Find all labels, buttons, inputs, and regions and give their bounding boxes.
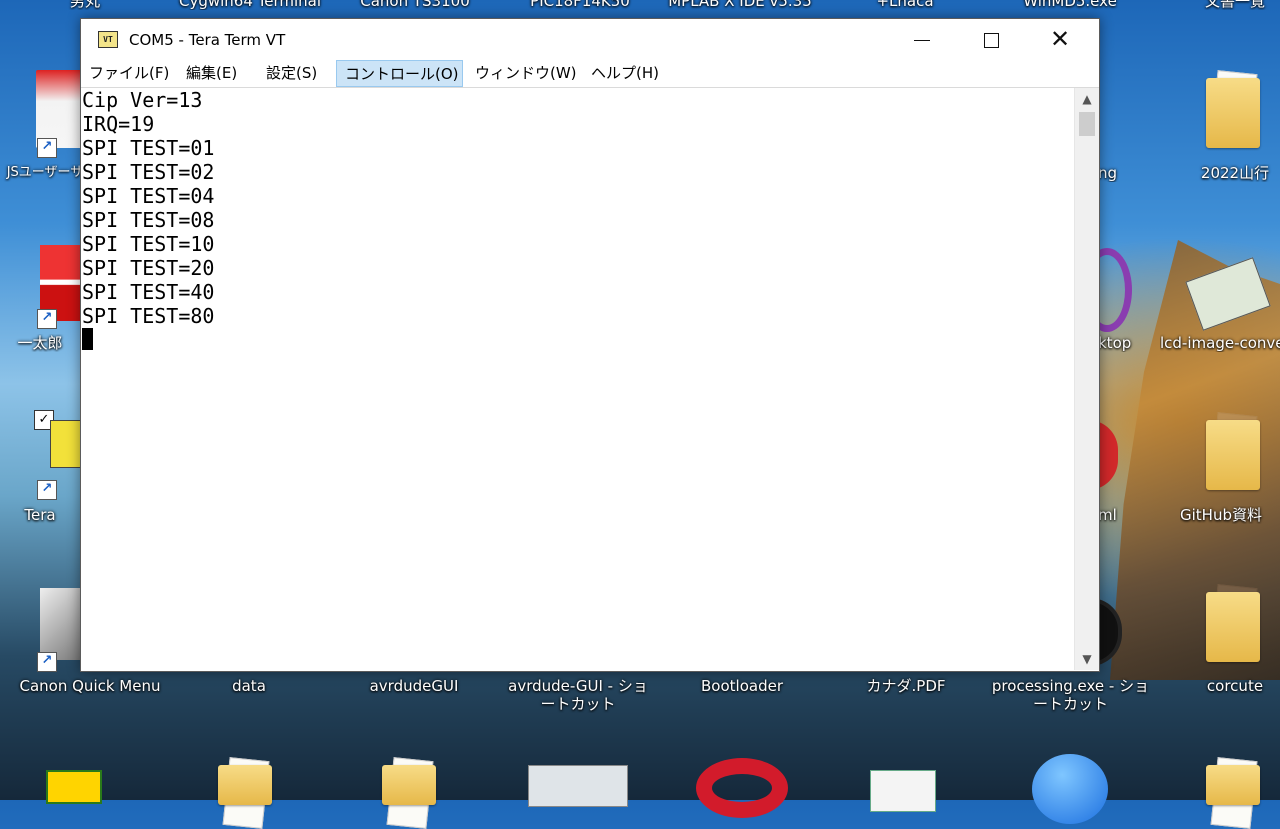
teraterm-app-icon[interactable]	[50, 420, 84, 468]
text-cursor	[82, 328, 93, 350]
menu-bar: ファイル(F) 編集(E) 設定(S) コントロール(O) ウィンドウ(W) ヘ…	[81, 60, 1099, 88]
desktop-icon-label[interactable]: Cygwin64 Terminal	[175, 0, 325, 10]
minimize-icon	[914, 39, 930, 41]
desktop-icon-label[interactable]: 2022山行	[1170, 164, 1280, 182]
menu-control[interactable]: コントロール(O)	[336, 60, 463, 87]
terminal-cursor-line	[81, 328, 1074, 352]
shortcut-arrow-icon: ↗	[37, 652, 57, 672]
folder-icon[interactable]	[382, 765, 436, 805]
desktop-icon-label[interactable]: JSユーザーサ	[0, 164, 90, 182]
shortcut-arrow-icon: ↗	[37, 309, 57, 329]
terminal-line: SPI TEST=02	[82, 160, 215, 184]
menu-help[interactable]: ヘルプ(H)	[583, 60, 667, 87]
desktop-icon-label[interactable]: corcute	[1170, 677, 1280, 695]
menu-settings[interactable]: 設定(S)	[258, 60, 325, 87]
globe-icon[interactable]	[1032, 754, 1108, 824]
terminal-line: SPI TEST=04	[82, 184, 215, 208]
desktop-icon-label[interactable]: MPLAB X IDE v5.35	[665, 0, 815, 10]
ffftp-icon[interactable]	[46, 770, 102, 804]
desktop-icon-label[interactable]: 男丸	[10, 0, 160, 10]
scroll-down-icon[interactable]: ▼	[1075, 648, 1099, 670]
desktop-icon-label[interactable]: WinMD5.exe	[995, 0, 1145, 10]
desktop-icon-label[interactable]: Canon Quick Menu	[10, 677, 170, 695]
terminal-line: IRQ=19	[82, 112, 155, 136]
close-button[interactable]: ✕	[1026, 19, 1094, 60]
terminal-line: SPI TEST=01	[82, 136, 215, 160]
teraterm-window[interactable]: VT COM5 - Tera Term VT ✕ ファイル(F) 編集(E) 設…	[80, 18, 1100, 672]
terminal-line: SPI TEST=08	[82, 208, 215, 232]
folder-icon[interactable]	[218, 765, 272, 805]
desktop-icon-label[interactable]: processing.exe - ショートカット	[988, 677, 1153, 713]
shortcut-arrow-icon: ↗	[37, 480, 57, 500]
terminal-area[interactable]: Cip Ver=13 IRQ=19 SPI TEST=01 SPI TEST=0…	[81, 88, 1074, 670]
desktop-icon-label[interactable]: data	[174, 677, 324, 695]
desktop-icon-label[interactable]: +Lhaca	[830, 0, 980, 10]
menu-file[interactable]: ファイル(F)	[81, 60, 177, 87]
desktop-icon-label[interactable]: avrdudeGUI	[339, 677, 489, 695]
desktop-icon-label[interactable]: avrdude-GUI - ショートカット	[503, 677, 653, 713]
shortcut-arrow-icon: ↗	[37, 138, 57, 158]
scroll-thumb[interactable]	[1079, 112, 1095, 136]
folder-icon[interactable]	[1206, 765, 1260, 805]
folder-icon[interactable]	[1206, 592, 1260, 662]
desktop-icon-label[interactable]: カナダ.PDF	[831, 677, 981, 695]
app-window-icon[interactable]	[528, 765, 628, 807]
menu-window[interactable]: ウィンドウ(W)	[467, 60, 585, 87]
maximize-button[interactable]	[957, 19, 1025, 60]
window-title: COM5 - Tera Term VT	[129, 31, 286, 49]
terminal-line: SPI TEST=10	[82, 232, 215, 256]
canon-quick-menu-icon[interactable]	[40, 588, 82, 660]
desktop-icon-label[interactable]: GitHub資料	[1180, 506, 1280, 524]
opera-icon[interactable]	[696, 758, 788, 818]
desktop-icon-label[interactable]: ktop	[1098, 334, 1138, 352]
jsuser-app-icon[interactable]	[36, 70, 82, 148]
desktop-icon-label[interactable]: Canon TS3100	[340, 0, 490, 10]
minimize-button[interactable]	[888, 19, 956, 60]
desktop-icon-label[interactable]: 一太郎	[0, 334, 80, 352]
scroll-up-icon[interactable]: ▲	[1075, 88, 1099, 110]
vertical-scrollbar[interactable]: ▲ ▼	[1074, 88, 1099, 670]
maximize-icon	[983, 32, 999, 48]
desktop-icon-label[interactable]: Bootloader	[667, 677, 817, 695]
terminal-line: SPI TEST=40	[82, 280, 215, 304]
close-icon: ✕	[1049, 25, 1071, 53]
terminal-line: SPI TEST=80	[82, 304, 215, 328]
installer-icon[interactable]	[870, 770, 936, 812]
desktop-icon-label[interactable]: lcd-image-converter	[1160, 334, 1280, 352]
desktop-icon-label[interactable]: PIC18F14K50	[505, 0, 655, 10]
menu-edit[interactable]: 編集(E)	[178, 60, 245, 87]
folder-icon[interactable]	[1206, 78, 1260, 148]
desktop-icon-label[interactable]: ml	[1098, 506, 1118, 524]
folder-icon[interactable]	[1206, 420, 1260, 490]
terminal-line: SPI TEST=20	[82, 256, 215, 280]
desktop-icon-label[interactable]: 文書一覧	[1160, 0, 1280, 10]
title-bar[interactable]: VT COM5 - Tera Term VT ✕	[81, 19, 1099, 60]
desktop-icon-label[interactable]: Tera	[0, 506, 80, 524]
desktop-icon-label[interactable]: ng	[1098, 164, 1128, 182]
terminal-line: Cip Ver=13	[82, 88, 203, 112]
teraterm-app-icon[interactable]: VT	[98, 31, 118, 48]
